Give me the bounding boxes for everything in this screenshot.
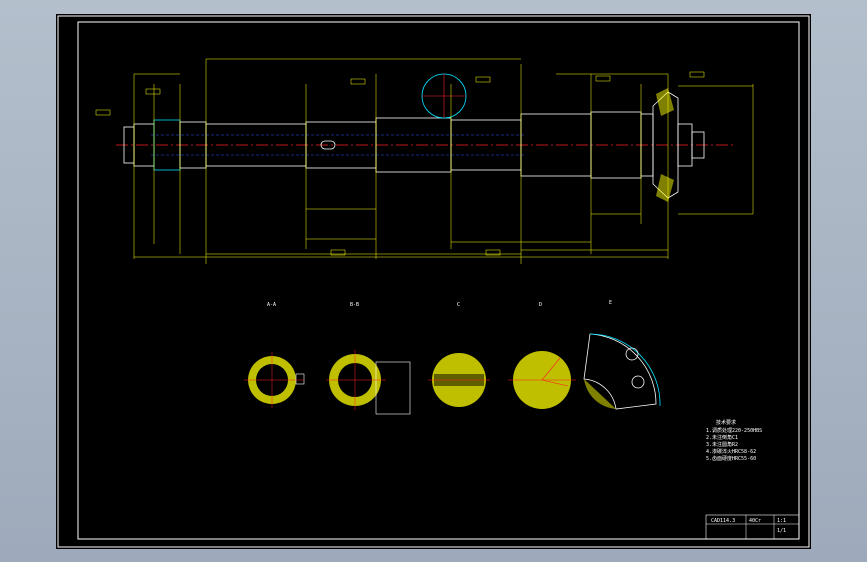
tech-requirement-line: 2.未注倒角C1: [706, 434, 738, 441]
cad-viewport[interactable]: A-A B-B C D E 技术要求 1.调质处理220-250HBS 2.未注…: [0, 0, 867, 562]
section-label-d: D: [539, 302, 542, 308]
section-d: [508, 351, 576, 409]
tech-requirement-line: 5.齿面硬度HRC55-60: [706, 455, 756, 462]
section-label-c: C: [457, 302, 460, 308]
tech-requirement-line: 4.渗碳淬火HRC58-62: [706, 448, 756, 455]
shaft-main-view: [95, 58, 754, 264]
section-c: [428, 353, 490, 407]
tech-requirements-title: 技术要求: [716, 419, 736, 426]
title-block-part-name: CAD114.3: [711, 518, 735, 524]
title-block-sheet: 1/1: [777, 528, 786, 534]
section-views: A-A B-B C D E: [244, 300, 661, 415]
shaft-drawing: A-A B-B C D E 技术要求 1.调质处理220-250HBS 2.未注…: [57, 15, 810, 548]
section-label-e: E: [609, 300, 612, 306]
tech-requirement-line: 3.未注圆角R2: [706, 441, 738, 448]
section-label-a: A-A: [267, 302, 276, 308]
title-block-material: 40Cr: [749, 518, 761, 524]
tech-requirements: 技术要求 1.调质处理220-250HBS 2.未注倒角C1 3.未注圆角R2 …: [706, 419, 762, 462]
section-b: [326, 350, 411, 415]
section-label-b: B-B: [350, 302, 359, 308]
inner-frame: [77, 21, 800, 540]
section-a: [244, 352, 305, 408]
drawing-sheet[interactable]: A-A B-B C D E 技术要求 1.调质处理220-250HBS 2.未注…: [56, 14, 811, 549]
outer-frame: [57, 15, 810, 548]
section-e: [583, 333, 661, 410]
title-block-scale: 1:1: [777, 518, 786, 524]
section-labels: A-A B-B C D E: [267, 300, 612, 308]
tech-requirement-line: 1.调质处理220-250HBS: [706, 427, 762, 434]
title-block: CAD114.3 40Cr 1:1 1/1: [705, 514, 800, 540]
